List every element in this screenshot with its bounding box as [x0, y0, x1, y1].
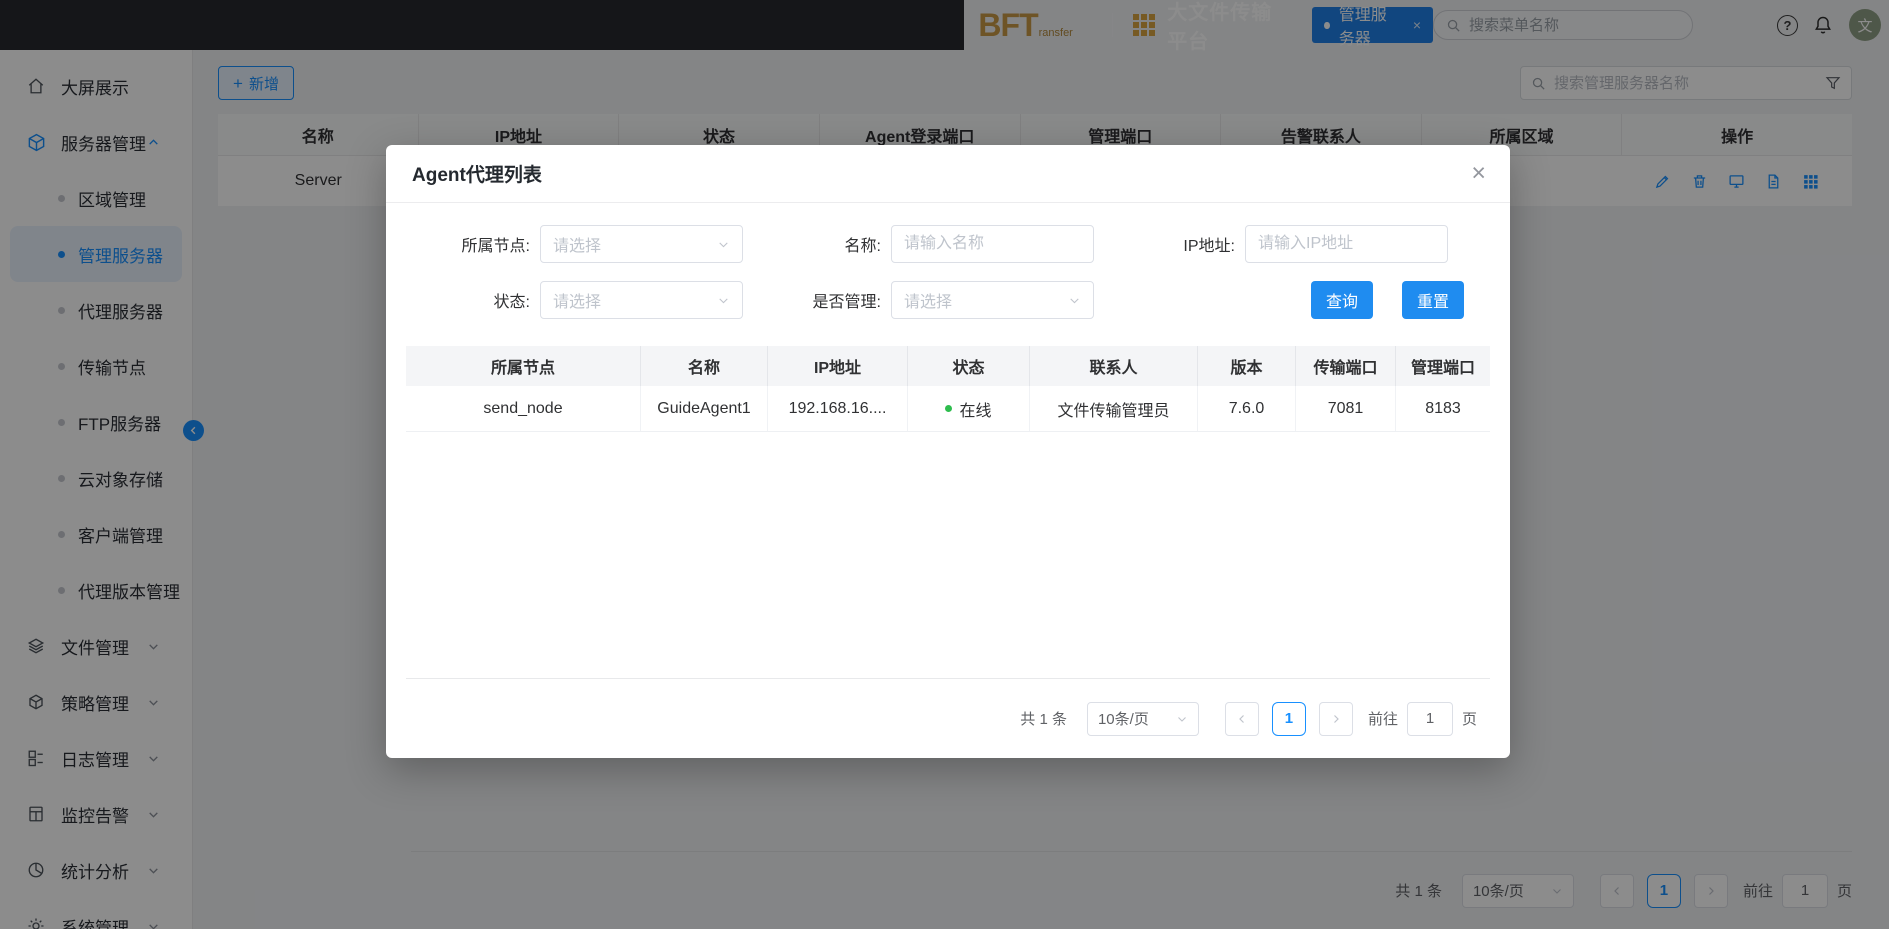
modal-pagination-bar: 共 1 条 10条/页 1 前往 页 [386, 679, 1510, 758]
column-header: IP地址 [768, 346, 908, 386]
cell-contact: 文件传输管理员 [1030, 386, 1198, 431]
goto-label: 前往 [1368, 708, 1398, 729]
filter-row-2: 状态: 请选择 是否管理: 请选择 查询 重置 [426, 281, 1464, 319]
cell-name: GuideAgent1 [641, 386, 768, 431]
column-header: 名称 [641, 346, 768, 386]
page-size-select[interactable]: 10条/页 [1087, 702, 1199, 736]
chevron-down-icon [1068, 294, 1081, 307]
column-header: 传输端口 [1296, 346, 1396, 386]
column-header: 所属节点 [406, 346, 641, 386]
modal-filter-form: 所属节点: 请选择 名称: IP地址: 状态: 请选择 是否管理: 请选择 [386, 203, 1510, 319]
close-icon[interactable]: × [1471, 161, 1486, 186]
chevron-down-icon [717, 294, 730, 307]
chevron-down-icon [1176, 713, 1188, 725]
agent-table-header: 所属节点 名称 IP地址 状态 联系人 版本 传输端口 管理端口 [406, 346, 1490, 386]
pagination-total: 共 1 条 [1020, 708, 1067, 729]
managed-label: 是否管理: [743, 288, 891, 312]
table-empty-space [406, 432, 1490, 678]
modal-title: Agent代理列表 [412, 160, 542, 187]
filter-buttons: 查询 重置 [1311, 281, 1464, 319]
modal-header: Agent代理列表 × [386, 145, 1510, 203]
page-unit: 页 [1462, 708, 1477, 729]
prev-page-button[interactable] [1225, 702, 1259, 736]
status-select-placeholder: 请选择 [553, 288, 601, 312]
agent-table: 所属节点 名称 IP地址 状态 联系人 版本 传输端口 管理端口 send_no… [406, 346, 1490, 678]
ip-label: IP地址: [1094, 232, 1245, 256]
name-input[interactable] [891, 225, 1094, 263]
status-text: 在线 [959, 397, 991, 421]
chevron-down-icon [717, 238, 730, 251]
agent-list-modal: Agent代理列表 × 所属节点: 请选择 名称: IP地址: 状态: 请选择 [386, 145, 1510, 758]
status-label: 状态: [426, 288, 540, 312]
reset-button[interactable]: 重置 [1402, 281, 1464, 319]
cell-version: 7.6.0 [1198, 386, 1296, 431]
goto-page-input[interactable] [1407, 702, 1453, 736]
managed-select[interactable]: 请选择 [891, 281, 1094, 319]
status-select[interactable]: 请选择 [540, 281, 743, 319]
current-page-button[interactable]: 1 [1272, 702, 1306, 736]
filter-row-1: 所属节点: 请选择 名称: IP地址: [426, 225, 1464, 263]
cell-transfer-port: 7081 [1296, 386, 1396, 431]
page: BFT ransfer 大文件传输平台 管理服务器 × ? 文 [0, 0, 1889, 929]
page-size-value: 10条/页 [1098, 708, 1149, 729]
agent-table-row[interactable]: send_node GuideAgent1 192.168.16.... 在线 … [406, 386, 1490, 432]
managed-select-placeholder: 请选择 [904, 288, 952, 312]
column-header: 管理端口 [1396, 346, 1490, 386]
cell-status: 在线 [908, 386, 1030, 431]
name-label: 名称: [743, 232, 891, 256]
column-header: 联系人 [1030, 346, 1198, 386]
next-page-button[interactable] [1319, 702, 1353, 736]
node-select-placeholder: 请选择 [553, 232, 601, 256]
column-header: 版本 [1198, 346, 1296, 386]
cell-ip: 192.168.16.... [768, 386, 908, 431]
node-label: 所属节点: [426, 232, 540, 256]
ip-input[interactable] [1245, 225, 1448, 263]
column-header: 状态 [908, 346, 1030, 386]
cell-node: send_node [406, 386, 641, 431]
cell-manage-port: 8183 [1396, 386, 1490, 431]
node-select[interactable]: 请选择 [540, 225, 743, 263]
query-button[interactable]: 查询 [1311, 281, 1373, 319]
online-status-dot [945, 405, 952, 412]
pagination: 共 1 条 10条/页 1 前往 页 [1020, 702, 1477, 736]
